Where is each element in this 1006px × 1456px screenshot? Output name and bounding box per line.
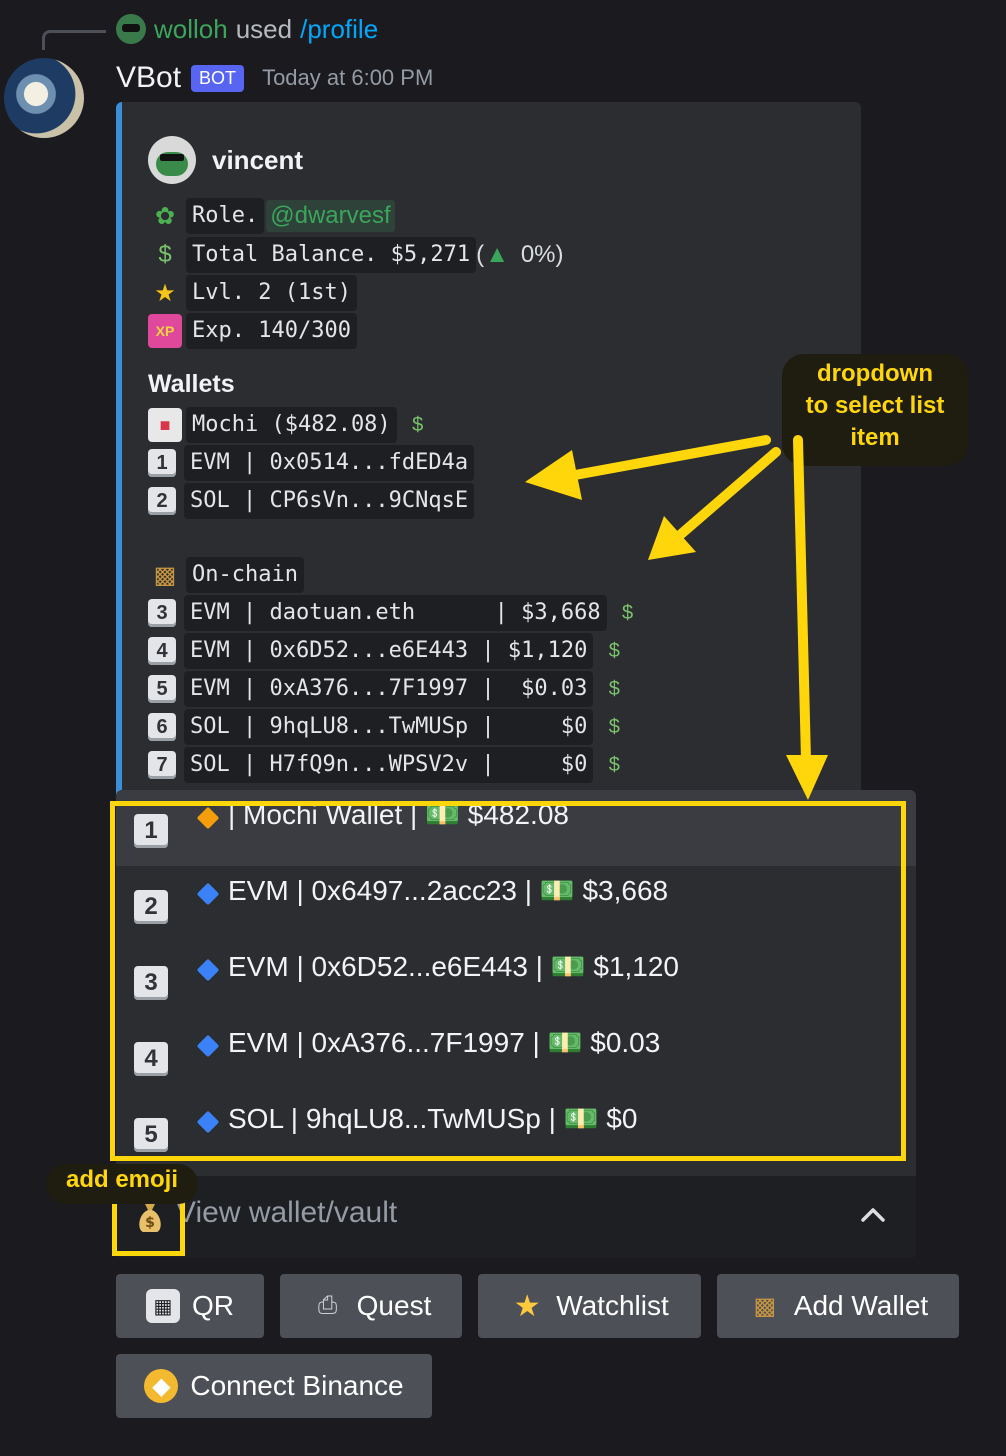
annotation-arrows xyxy=(525,435,828,800)
arrow-line xyxy=(570,435,771,480)
arrow-head xyxy=(525,450,582,500)
arrow-line xyxy=(793,435,811,765)
arrow-line xyxy=(675,447,781,540)
arrow-head xyxy=(786,755,828,800)
